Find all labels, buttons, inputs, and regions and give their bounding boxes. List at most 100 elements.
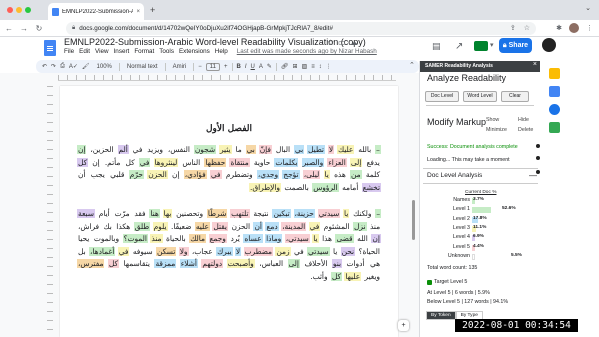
word-token: يبرك [216, 246, 233, 256]
more-icon[interactable]: ⋮ [326, 63, 332, 70]
activity-icon[interactable]: ↗ [455, 41, 463, 52]
bookmark-star-icon[interactable]: ☆ [524, 24, 530, 32]
share-button[interactable]: 🔒︎ Share [499, 38, 532, 53]
meet-dropdown-icon[interactable]: ▾ [490, 41, 494, 49]
undo-icon[interactable]: ↶ [42, 63, 47, 70]
doc-level-button[interactable]: Doc Level [425, 91, 459, 102]
document-title[interactable]: EMNLP2022-Submission-Arabic Word-level R… [64, 37, 366, 47]
user-avatar[interactable] [542, 38, 556, 52]
word-token: في [132, 145, 143, 154]
delete-button[interactable]: Delete [518, 127, 533, 133]
show-button[interactable]: Show [486, 117, 499, 123]
word-token: – [375, 209, 382, 218]
level-row: Level 1 52.6% [420, 206, 541, 214]
align-icon[interactable]: ≡ [311, 64, 315, 70]
tab-bar: EMNLP2022-Submission-Arabi × + ⌄ [0, 0, 599, 20]
underline-icon[interactable]: U [251, 64, 255, 70]
highlight-icon[interactable]: ✎ [267, 63, 272, 70]
font-select[interactable]: Amiri [170, 64, 190, 70]
maximize-window-button[interactable] [25, 7, 31, 13]
minimize-window-button[interactable] [16, 7, 22, 13]
target-level[interactable]: Target Level 5 [427, 279, 467, 285]
word-token: المدينة، [281, 221, 307, 231]
hide-button[interactable]: Hide [518, 117, 529, 123]
line-spacing-icon[interactable]: ↕ [319, 64, 322, 70]
keep-icon[interactable] [549, 68, 560, 79]
font-size-input[interactable]: 11 [205, 62, 220, 71]
document-page[interactable]: الفصل الأول – بالله عليك لا تطيل بي البا… [60, 86, 398, 337]
timestamp-overlay: 2022-08-01 00:34:54 [455, 319, 578, 332]
word-token: ممزقة [154, 259, 177, 269]
word-token: يا [312, 234, 319, 244]
menu-help[interactable]: Help [215, 48, 228, 55]
menu-edit[interactable]: Edit [79, 48, 90, 55]
clear-button[interactable]: Clear [501, 91, 529, 102]
last-edit-link[interactable]: Last edit was made seconds ago by Nizar … [237, 48, 377, 55]
tab-close-icon[interactable]: × [136, 9, 140, 15]
formatting-toolbar: ↶ ↷ ⎙ A✓ 🖌︎ 100% Normal text Amiri − 11 … [36, 60, 419, 73]
checkbox-checked-icon[interactable] [427, 279, 432, 285]
word-token: تخشع [361, 182, 381, 192]
spellcheck-icon[interactable]: A✓ [69, 63, 78, 70]
maps-icon[interactable] [549, 122, 560, 133]
reload-icon[interactable]: ↻ [33, 24, 45, 33]
move-folder-icon[interactable]: ▭ [338, 38, 346, 47]
tab-by-token[interactable]: By Token [426, 311, 456, 320]
word-token: مرّت [114, 209, 130, 218]
word-token: ولا [178, 246, 189, 256]
font-size-increase-button[interactable]: + [224, 64, 228, 70]
back-icon[interactable]: ← [3, 24, 15, 33]
comment-add-icon[interactable]: ⊞ [293, 63, 298, 70]
word-level-button[interactable]: Word Level [463, 91, 497, 102]
italic-icon[interactable]: I [245, 64, 247, 70]
panel-close-icon[interactable]: × [533, 61, 537, 68]
vertical-ruler[interactable] [47, 86, 53, 336]
word-token: بك [103, 221, 112, 231]
paint-format-icon[interactable]: 🖌︎ [82, 63, 90, 70]
image-icon[interactable]: ▨ [302, 63, 308, 70]
menu-format[interactable]: Format [134, 48, 154, 55]
close-window-button[interactable] [7, 7, 13, 13]
font-size-decrease-button[interactable]: − [198, 64, 202, 70]
link-icon[interactable]: 🔗︎ [281, 63, 289, 70]
bold-icon[interactable]: B [237, 64, 241, 70]
redo-icon[interactable]: ↷ [51, 63, 56, 70]
docs-logo-icon[interactable] [44, 40, 56, 56]
star-icon[interactable]: ☆ [327, 38, 334, 47]
tasks-icon[interactable] [549, 86, 560, 97]
vertical-scrollbar[interactable] [412, 200, 415, 240]
meet-icon[interactable] [474, 41, 488, 51]
collapse-menus-icon[interactable]: ⌃ [409, 61, 415, 69]
word-token: منذ [369, 221, 381, 231]
explore-icon[interactable]: + [398, 320, 409, 331]
share-url-icon[interactable]: ⇪ [510, 24, 516, 32]
extensions-icon[interactable]: ✱ [556, 24, 562, 32]
menu-tools[interactable]: Tools [159, 48, 174, 55]
tab-search-icon[interactable]: ⌄ [585, 4, 591, 12]
word-token: وماذا [265, 234, 283, 244]
address-bar[interactable]: 🔒︎ docs.google.com/document/d/14702wQeIY… [66, 22, 536, 35]
browser-menu-icon[interactable]: ⋮ [586, 24, 593, 32]
level-percent: 5.5% [511, 252, 522, 258]
minimize-button[interactable]: Minimize [486, 127, 507, 133]
menu-view[interactable]: View [95, 48, 109, 55]
menu-insert[interactable]: Insert [114, 48, 130, 55]
menu-extensions[interactable]: Extensions [179, 48, 210, 55]
horizontal-ruler[interactable] [58, 75, 396, 81]
comments-icon[interactable]: ▤ [432, 41, 441, 52]
print-icon[interactable]: ⎙ [60, 63, 65, 70]
text-color-icon[interactable]: A [259, 64, 263, 70]
word-token: منذ [150, 234, 163, 244]
browser-tab[interactable]: EMNLP2022-Submission-Arabi × [48, 3, 144, 20]
menu-file[interactable]: File [64, 48, 74, 55]
contacts-icon[interactable] [549, 104, 560, 115]
word-token: شجون [193, 145, 217, 154]
profile-avatar[interactable] [569, 23, 579, 33]
style-select[interactable]: Normal text [124, 64, 161, 70]
zoom-select[interactable]: 100% [94, 64, 115, 70]
word-token: حرّم [128, 170, 144, 180]
forward-icon[interactable]: → [18, 24, 30, 33]
level-name: Level 5 [452, 243, 470, 250]
new-tab-icon[interactable]: + [150, 5, 155, 15]
word-token: البال [275, 145, 291, 154]
